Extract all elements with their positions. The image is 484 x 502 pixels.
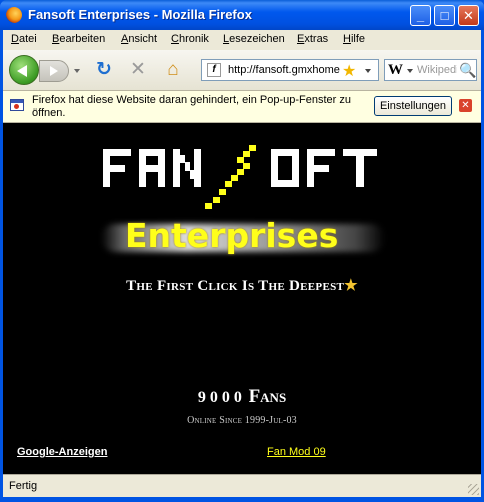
fans-label: Fans <box>248 386 287 407</box>
popup-blocked-notification: Firefox hat diese Website daran gehinder… <box>3 91 481 123</box>
menu-lesezeichen[interactable]: Lesezeichen <box>223 33 285 45</box>
google-ads-link[interactable]: Google-Anzeigen <box>17 446 107 458</box>
close-window-button[interactable]: ✕ <box>458 5 479 26</box>
stop-icon[interactable]: ✕ <box>128 60 148 80</box>
site-favicon-icon: f <box>207 63 221 77</box>
forward-button[interactable] <box>39 60 69 82</box>
popup-blocked-icon <box>10 99 24 111</box>
menu-chronik[interactable]: Chronik <box>171 33 209 45</box>
status-bar: Fertig <box>3 474 481 497</box>
tagline: The First Click Is The Deepest★ <box>3 276 481 295</box>
resize-grip-icon[interactable] <box>468 484 479 495</box>
search-input[interactable]: Wikipedia <box>417 64 457 76</box>
minimize-icon: _ <box>416 8 425 23</box>
url-dropdown-icon[interactable] <box>365 69 371 73</box>
url-text[interactable]: http://fansoft.gmxhome.de/ <box>228 64 340 76</box>
fan-mod-link[interactable]: Fan Mod 09 <box>267 446 326 458</box>
settings-button[interactable]: Einstellungen <box>374 96 452 116</box>
maximize-icon: □ <box>440 8 449 23</box>
menu-extras[interactable]: Extras <box>297 33 328 45</box>
address-bar[interactable]: f http://fansoft.gmxhome.de/ ★ <box>201 59 379 81</box>
page-content: Enterprises The First Click Is The Deepe… <box>3 123 481 474</box>
online-since: Online Since 1999-Jul-03 <box>187 415 297 426</box>
tagline-text: The First Click Is The Deepest <box>126 278 345 294</box>
search-icon[interactable]: 🔍 <box>459 62 476 79</box>
fans-count: 9000 <box>197 389 246 406</box>
search-bar[interactable]: W Wikipedia 🔍 <box>384 59 477 81</box>
notification-text: Firefox hat diese Website daran gehinder… <box>32 94 351 119</box>
fansoft-logo <box>103 145 377 209</box>
status-text: Fertig <box>9 480 38 492</box>
menu-bearbeiten[interactable]: Bearbeiten <box>52 33 105 45</box>
menu-ansicht[interactable]: Ansicht <box>121 33 157 45</box>
firefox-icon <box>6 7 22 23</box>
home-icon[interactable]: ⌂ <box>163 60 183 80</box>
wikipedia-icon[interactable]: W <box>388 62 403 79</box>
menu-datei[interactable]: Datei <box>11 33 37 45</box>
menu-hilfe[interactable]: Hilfe <box>343 33 365 45</box>
reload-icon[interactable]: ↻ <box>94 60 114 80</box>
history-dropdown-icon[interactable] <box>74 69 80 73</box>
window-title: Fansoft Enterprises - Mozilla Firefox <box>28 7 252 22</box>
close-icon: ✕ <box>463 8 474 23</box>
notification-close-icon[interactable]: ✕ <box>459 99 472 112</box>
back-button[interactable] <box>9 55 39 85</box>
minimize-button[interactable]: _ <box>410 5 431 26</box>
enterprises-logo: Enterprises <box>101 216 385 262</box>
logo-subtitle: Enterprises <box>125 216 339 255</box>
navigation-toolbar: ↻ ✕ ⌂ f http://fansoft.gmxhome.de/ ★ W W… <box>3 50 481 91</box>
browser-window: Fansoft Enterprises - Mozilla Firefox _ … <box>0 0 484 502</box>
maximize-button[interactable]: □ <box>434 5 455 26</box>
title-bar[interactable]: Fansoft Enterprises - Mozilla Firefox _ … <box>0 0 484 30</box>
bookmark-star-icon[interactable]: ★ <box>342 61 356 81</box>
star-icon: ★ <box>344 278 358 294</box>
fans-counter: 9000 Fans <box>3 386 481 408</box>
search-engine-dropdown-icon[interactable] <box>407 69 413 73</box>
menu-bar: Datei Bearbeiten Ansicht Chronik Lesezei… <box>3 30 481 50</box>
